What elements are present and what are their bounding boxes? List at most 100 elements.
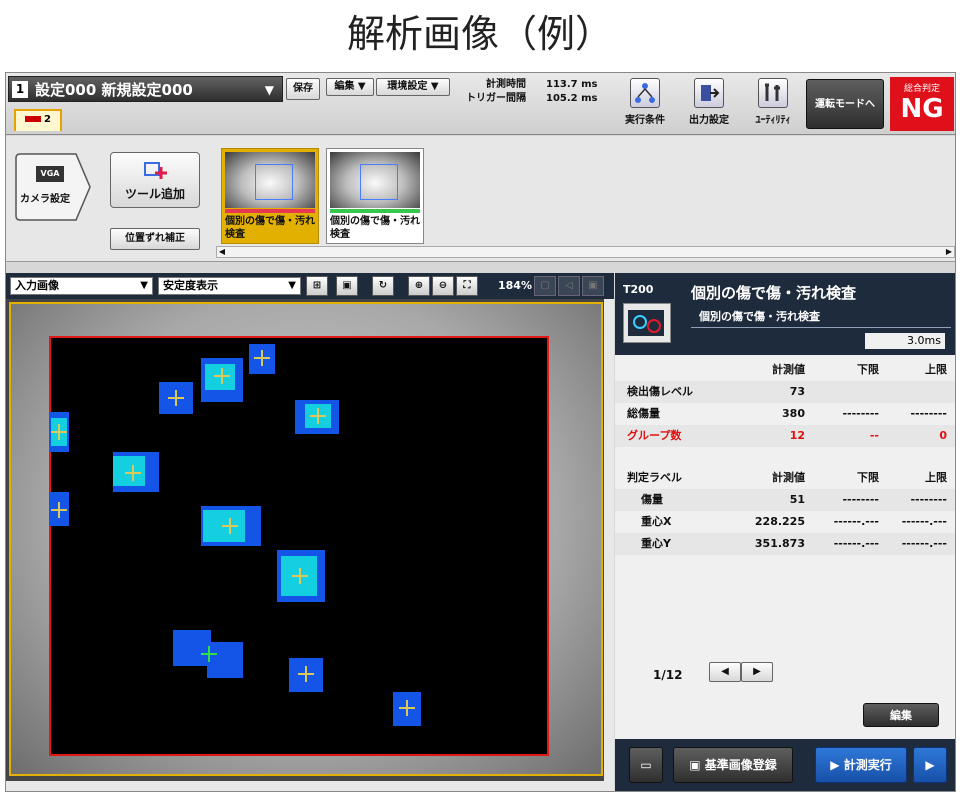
camera-badge: VGA: [36, 166, 64, 182]
chevron-down-icon: ▼: [264, 83, 274, 97]
next-page-button[interactable]: ▶: [741, 662, 773, 682]
flow-icon: [630, 78, 660, 108]
exec-condition-label: 実行条件: [625, 115, 665, 126]
image-select-value: 入力画像: [15, 279, 59, 292]
centroid-marker: [310, 408, 326, 424]
grid-icon[interactable]: ▭: [629, 747, 663, 783]
table2-header: 判定ラベル 計測値 下限 上限: [615, 467, 955, 489]
table1-header: 計測値 下限 上限: [615, 359, 955, 381]
prev-image-icon: ◁: [558, 276, 580, 296]
image-settings-icon[interactable]: ▣: [336, 276, 358, 296]
table-row: 総傷量 380 -------- --------: [615, 403, 955, 425]
layout-icon[interactable]: ⊞: [306, 276, 328, 296]
edit-menu[interactable]: 編集 ▼: [326, 78, 374, 96]
camera-setting-label: カメラ設定: [20, 194, 70, 205]
thumb-image: [330, 152, 420, 208]
row-label: 総傷量: [627, 407, 660, 420]
scroll-right-icon[interactable]: ▶: [944, 247, 954, 257]
image-horizontal-scrollbar[interactable]: [6, 781, 614, 791]
thumb-label: 個別の傷で傷・汚れ検査: [330, 216, 420, 240]
fit-icon[interactable]: ⛶: [456, 276, 478, 296]
table-row: 重心Y 351.873 ------.--- ------.---: [615, 533, 955, 555]
tool-add-button[interactable]: ツール追加: [110, 152, 200, 208]
display-select-value: 安定度表示: [163, 279, 218, 292]
row-value: 51: [789, 493, 805, 506]
tool-thumb-2[interactable]: 個別の傷で傷・汚れ検査: [326, 148, 424, 244]
row-upper: ------.---: [901, 537, 947, 550]
tab-label: 2: [44, 114, 51, 125]
centroid-marker: [51, 424, 67, 440]
row-lower: --: [869, 429, 879, 442]
exec-condition-button[interactable]: 実行条件: [622, 76, 668, 132]
row-label: 重心Y: [641, 537, 671, 550]
refresh-icon[interactable]: ↻: [372, 276, 394, 296]
utility-label: ﾕｰﾃｨﾘﾃｨ: [755, 115, 791, 126]
centroid-marker: [51, 502, 67, 518]
image-display[interactable]: [6, 299, 614, 781]
output-icon: [694, 78, 724, 108]
scroll-left-icon[interactable]: ◀: [217, 247, 227, 257]
camera-setting-button[interactable]: VGA カメラ設定: [14, 152, 91, 222]
row-upper: --------: [910, 407, 947, 420]
meas-time-value: 113.7 ms: [546, 79, 598, 90]
panel-subtitle: 個別の傷で傷・汚れ検査: [699, 310, 820, 323]
run-mode-button[interactable]: 運転モードへ: [806, 79, 884, 129]
row-value: 12: [789, 429, 805, 442]
row-upper: --------: [910, 493, 947, 506]
add-tool-icon: [143, 159, 167, 184]
thumb-image: [225, 152, 315, 208]
settings-run-icon[interactable]: ▶: [913, 747, 947, 783]
row-lower: ------.---: [833, 537, 879, 550]
centroid-marker: [222, 518, 238, 534]
centroid-marker: [399, 700, 415, 716]
image-frame: [9, 302, 603, 776]
chevron-down-icon: ▼: [140, 280, 148, 291]
reference-image-icon: ▣: [689, 758, 705, 772]
position-fix-button[interactable]: 位置ずれ補正: [110, 228, 200, 250]
thumb-label: 個別の傷で傷・汚れ検査: [225, 216, 315, 240]
trigger-value: 105.2 ms: [546, 93, 598, 104]
image-icon: ▢: [534, 276, 556, 296]
prev-page-button[interactable]: ◀: [709, 662, 741, 682]
tool-strip: VGA カメラ設定 ツール追加 位置ずれ補正 個別の傷で傷・汚れ検査 個別の傷で…: [6, 136, 955, 262]
setting-name: 設定000 新規設定000: [35, 81, 193, 99]
centroid-marker: [168, 390, 184, 406]
chevron-down-icon: ▼: [288, 280, 296, 291]
tool-add-label: ツール追加: [124, 187, 185, 201]
image-view-toolbar: 入力画像 ▼ 安定度表示 ▼ ⊞ ▣ ↻ ⊕ ⊖ ⛶ 184% ▢ ◁ ▣: [6, 273, 614, 299]
register-reference-label: 基準画像登録: [704, 758, 777, 772]
zoom-out-icon[interactable]: ⊖: [432, 276, 454, 296]
centroid-marker: [254, 350, 270, 366]
zoom-level: 184%: [498, 279, 532, 292]
tool-strip-scrollbar[interactable]: ◀ ▶: [216, 246, 955, 258]
tool-id: T200: [623, 283, 654, 296]
utility-button[interactable]: ﾕｰﾃｨﾘﾃｨ: [750, 76, 796, 132]
setting-selector[interactable]: 1 設定000 新規設定000 ▼: [8, 76, 283, 102]
col-upper: 上限: [925, 471, 947, 484]
tab-2[interactable]: 2: [14, 109, 62, 131]
row-label: 傷量: [641, 493, 663, 506]
environment-menu[interactable]: 環境設定 ▼: [376, 78, 450, 96]
image-select[interactable]: 入力画像 ▼: [10, 277, 153, 295]
col-measured: 計測値: [772, 363, 805, 376]
run-measure-label: 計測実行: [843, 758, 892, 772]
save-button[interactable]: 保存: [286, 78, 320, 100]
centroid-marker: [214, 368, 230, 384]
col-upper: 上限: [925, 363, 947, 376]
row-label: 重心X: [641, 515, 672, 528]
table-row: 傷量 51 -------- --------: [615, 489, 955, 511]
run-measure-button[interactable]: ▶ 計測実行: [815, 747, 907, 783]
col-lower: 下限: [857, 363, 879, 376]
play-icon: ▶: [830, 758, 844, 772]
inspection-region: [49, 336, 549, 756]
tool-thumb-1[interactable]: 個別の傷で傷・汚れ検査: [221, 148, 319, 244]
output-setting-button[interactable]: 出力設定: [686, 76, 732, 132]
row-value: 228.225: [754, 515, 805, 528]
edit-button[interactable]: 編集: [863, 703, 939, 727]
col-label: 判定ラベル: [627, 471, 682, 484]
image-vertical-scrollbar[interactable]: [604, 299, 614, 781]
register-reference-button[interactable]: ▣ 基準画像登録: [673, 747, 793, 783]
zoom-in-icon[interactable]: ⊕: [408, 276, 430, 296]
display-select[interactable]: 安定度表示 ▼: [158, 277, 301, 295]
divider: [691, 327, 951, 328]
